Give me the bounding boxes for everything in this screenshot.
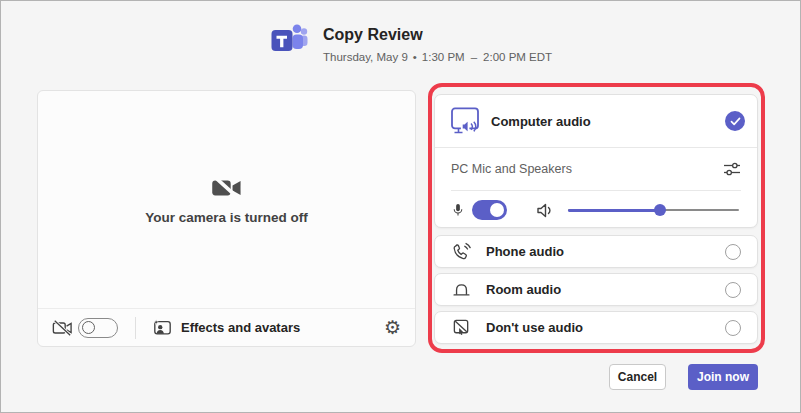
audio-device-row: PC Mic and Speakers <box>435 148 757 190</box>
cancel-button[interactable]: Cancel <box>609 364 666 390</box>
mic-volume-row <box>435 191 757 229</box>
dont-use-audio-icon <box>451 318 472 337</box>
meeting-date: Thursday, May 9 <box>323 51 408 63</box>
camera-status-text: Your camera is turned off <box>145 210 308 225</box>
dont-use-audio-label: Don't use audio <box>486 320 583 335</box>
camera-controls-bar: Effects and avatars ⚙ <box>38 308 415 346</box>
room-audio-label: Room audio <box>486 282 561 297</box>
effects-and-avatars-icon <box>153 319 172 336</box>
computer-audio-selected-check[interactable] <box>725 111 745 131</box>
bullet-separator: • <box>413 51 417 63</box>
computer-audio-card: Computer audio PC Mic and Speakers <box>434 94 758 228</box>
device-settings-gear-icon[interactable]: ⚙ <box>384 318 401 337</box>
phone-audio-option[interactable]: Phone audio <box>434 235 758 268</box>
meeting-end-time: 2:00 PM EDT <box>483 51 552 63</box>
room-audio-icon <box>451 280 472 299</box>
camera-preview-panel: Your camera is turned off Effects and av… <box>37 90 416 347</box>
computer-audio-option[interactable]: Computer audio <box>435 95 757 147</box>
meeting-start-time: 1:30 PM <box>422 51 465 63</box>
mic-icon <box>451 200 465 220</box>
room-audio-radio[interactable] <box>725 282 741 298</box>
join-now-button[interactable]: Join now <box>688 364 758 390</box>
mic-toggle-knob <box>490 203 504 217</box>
dont-use-audio-option[interactable]: Don't use audio <box>434 311 758 344</box>
meeting-title: Copy Review <box>323 26 423 44</box>
camera-toggle-knob <box>82 321 95 334</box>
camera-toggle[interactable] <box>78 318 118 338</box>
computer-audio-label: Computer audio <box>491 114 591 129</box>
dont-use-audio-radio[interactable] <box>725 320 741 336</box>
mic-toggle[interactable] <box>472 200 507 220</box>
volume-slider-fill <box>568 209 660 212</box>
meeting-datetime: Thursday, May 9 • 1:30 PM–2:00 PM EDT <box>323 51 552 63</box>
volume-slider-knob[interactable] <box>654 204 666 216</box>
audio-device-name: PC Mic and Speakers <box>451 162 572 176</box>
phone-audio-label: Phone audio <box>486 244 564 259</box>
speaker-icon <box>536 202 554 219</box>
camera-off-icon <box>211 175 243 201</box>
volume-slider[interactable] <box>568 203 739 217</box>
teams-logo <box>271 22 308 57</box>
audio-settings-sliders-icon[interactable] <box>723 161 741 177</box>
effects-and-avatars-label[interactable]: Effects and avatars <box>181 320 300 335</box>
room-audio-option[interactable]: Room audio <box>434 273 758 306</box>
camera-off-small-icon <box>52 319 72 337</box>
camera-preview-area: Your camera is turned off <box>38 91 415 308</box>
time-dash: – <box>471 51 477 63</box>
phone-audio-icon <box>451 242 472 261</box>
pre-join-window: Copy Review Thursday, May 9 • 1:30 PM–2:00… <box>0 0 801 413</box>
computer-audio-icon <box>451 107 481 135</box>
phone-audio-radio[interactable] <box>725 244 741 260</box>
divider <box>135 317 136 339</box>
